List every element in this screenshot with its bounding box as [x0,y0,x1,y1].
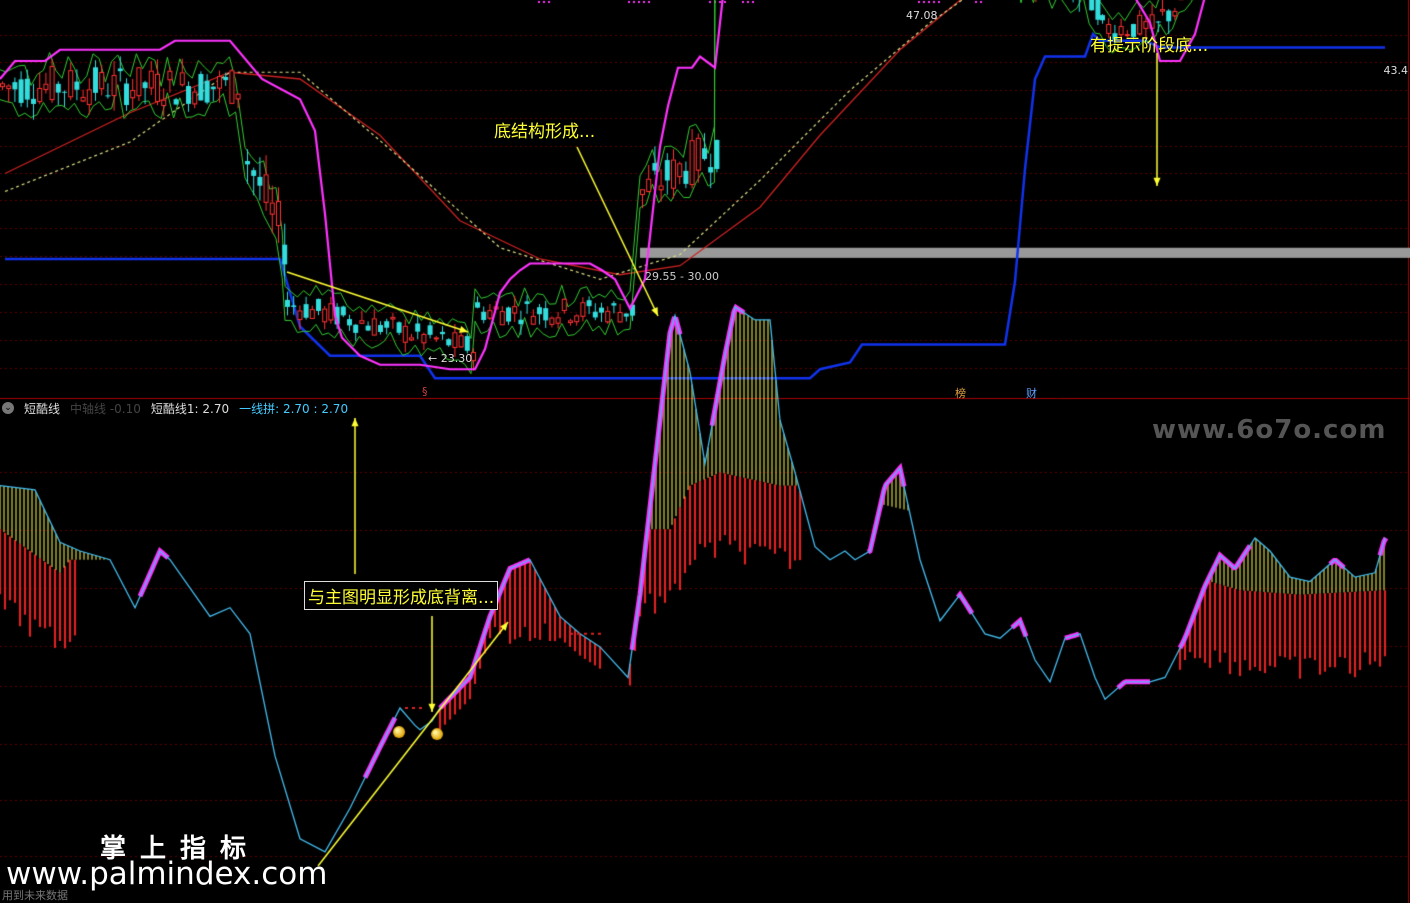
series-label-2: 短酷线1: 2.70 [150,401,230,416]
event-marker-left[interactable]: § [422,385,428,398]
peak-price-label: 47.08 [906,9,938,22]
event-marker-right[interactable]: 财 [1026,385,1037,401]
highlight-range-label: 29.55 - 30.00 [645,270,719,283]
right-price-label: 43.4 [1383,64,1408,77]
indicator-name[interactable]: 短酷线 [24,400,60,417]
series-label-3: 一线拼: 2.70 : 2.70 [239,401,349,416]
footer-note: 用到未来数据 [2,889,68,902]
watermark-top-right: www.6o7o.com [1152,415,1387,445]
low-price-label: ← 23.30 [428,352,473,365]
series-label-1: 中轴线 -0.10 [70,401,141,416]
annotation-bottom-structure: 底结构形成... [494,122,596,142]
event-marker-mid[interactable]: 榜 [955,385,966,401]
annotation-stage-bottom: 有提示阶段底... [1090,36,1209,56]
chevron-down-icon[interactable]: ⌄ [2,402,14,414]
annotation-divergence: 与主图明显形成底背离... [304,581,499,610]
chart-canvas [0,0,1410,903]
indicator-header: ⌄ 短酷线 中轴线 -0.10 短酷线1: 2.70 一线拼: 2.70 : 2… [2,400,348,416]
